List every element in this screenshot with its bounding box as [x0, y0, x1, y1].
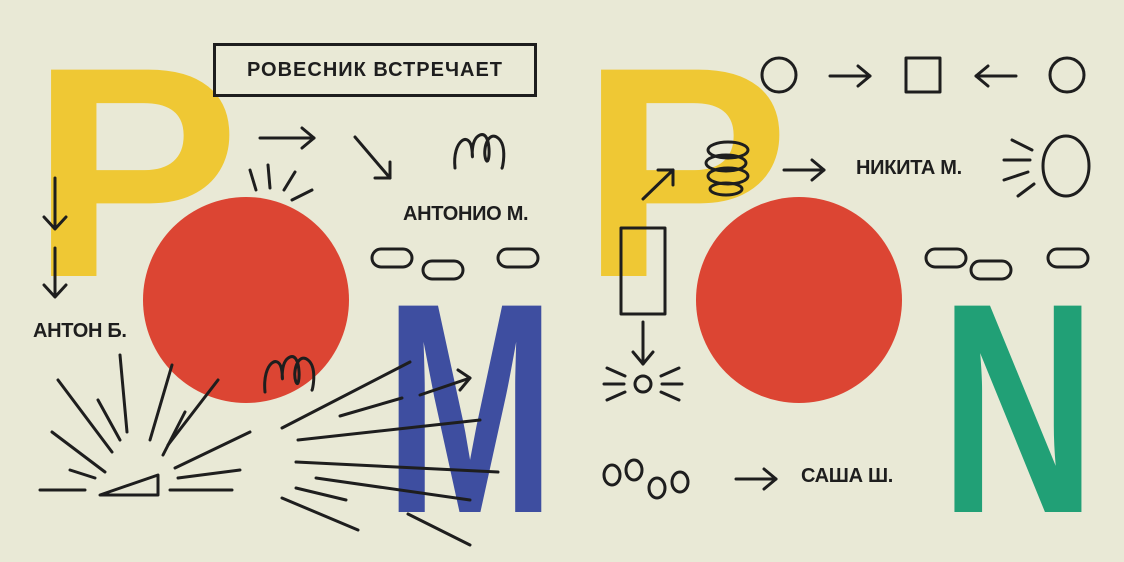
rectangle-icon — [619, 226, 667, 316]
speed-lines-icon — [280, 360, 500, 547]
burst-rays-icon — [248, 163, 314, 202]
arrow-right-icon — [782, 158, 826, 182]
spring-icon — [263, 355, 316, 394]
name-nikita: НИКИТА М. — [856, 157, 962, 179]
pill-icon — [496, 247, 540, 269]
circle-icon — [1048, 56, 1086, 94]
coil-icon — [704, 140, 750, 197]
arrow-down-right-icon — [353, 135, 392, 180]
title-box: РОВЕСНИК ВСТРЕЧАЕТ — [213, 43, 537, 97]
ovals-cluster-icon — [602, 458, 690, 500]
arrow-right-icon — [734, 467, 778, 491]
pill-icon — [1046, 247, 1090, 269]
arrow-right-icon — [828, 64, 872, 88]
name-sasha: САША Ш. — [801, 465, 894, 487]
name-anton: АНТОН Б. — [33, 320, 127, 342]
arrow-up-right-icon — [641, 168, 675, 201]
spring-icon — [453, 133, 506, 170]
arrow-down-icon — [42, 176, 68, 231]
pill-icon — [924, 247, 968, 269]
arrow-left-icon — [974, 64, 1018, 88]
arrow-right-icon — [258, 126, 316, 150]
square-icon — [904, 56, 942, 94]
arrow-down-icon — [42, 246, 68, 299]
glowing-oval-icon — [1002, 134, 1091, 198]
pill-icon — [969, 259, 1013, 281]
sunburst-icon — [38, 353, 252, 497]
small-sun-icon — [602, 366, 684, 402]
line-art-layer — [38, 56, 1091, 547]
poster: P P M N РОВЕСНИК ВСТРЕЧАЕТ АНТОН Б. АНТО… — [0, 0, 1124, 562]
poster-title: РОВЕСНИК ВСТРЕЧАЕТ — [246, 58, 504, 81]
circle-icon — [760, 56, 798, 94]
name-antonio: АНТОНИО М. — [403, 203, 529, 225]
pill-icon — [421, 259, 465, 281]
pill-icon — [370, 247, 414, 269]
arrow-down-icon — [631, 320, 655, 366]
